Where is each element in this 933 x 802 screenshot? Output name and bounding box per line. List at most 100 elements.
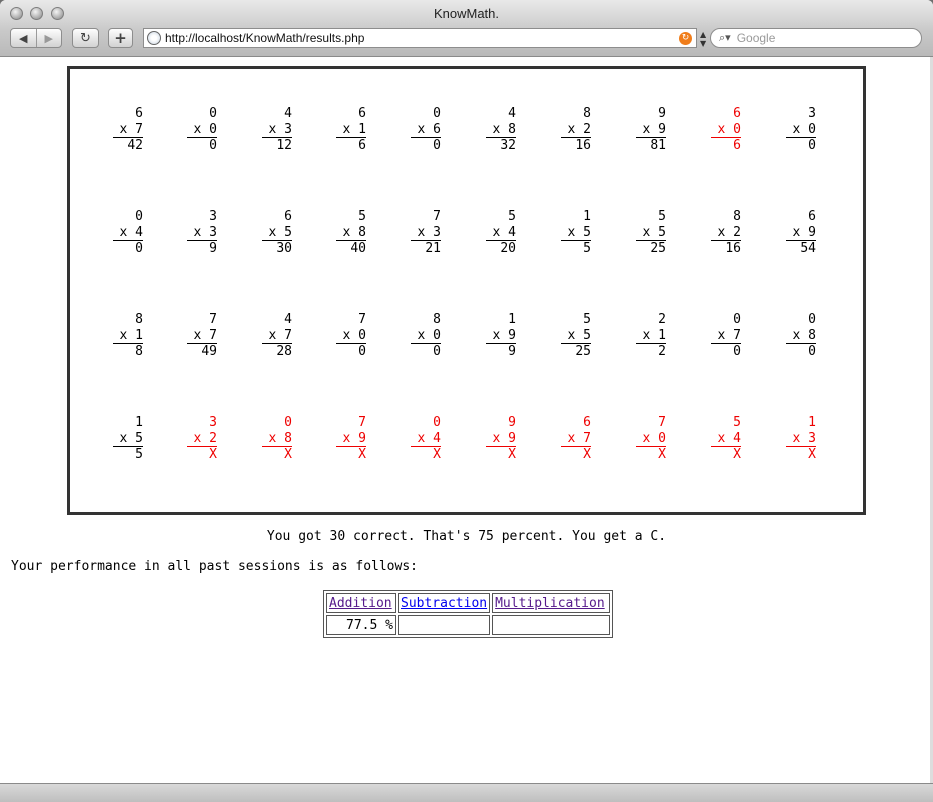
forward-arrow-icon[interactable]: ▶ [37, 32, 62, 45]
problem-multiplicand: 9 [508, 415, 516, 430]
problem-answer: 12 [276, 138, 292, 153]
problem-answer: 25 [650, 241, 666, 256]
problem-multiplier: x 3 [786, 431, 816, 447]
problem-multiplicand: 4 [284, 106, 292, 121]
globe-icon [147, 31, 161, 45]
problem-multiplicand: 2 [658, 312, 666, 327]
search-field[interactable]: ⌕▾ [710, 28, 922, 48]
problem-card: 1x 55 [113, 415, 143, 463]
history-header-addition: Addition [326, 593, 396, 613]
problem-multiplicand: 3 [209, 415, 217, 430]
problem-multiplier: x 7 [187, 328, 217, 344]
problem-answer: X [284, 447, 292, 462]
problem-card: 0x 80 [786, 312, 816, 360]
problem-card: 6x 16 [336, 106, 366, 154]
plus-icon: + [114, 29, 127, 47]
problem-card: 3x 39 [187, 209, 217, 257]
problem-multiplier: x 8 [262, 431, 292, 447]
problem-answer: 16 [725, 241, 741, 256]
problem-card: 5x 4 20 [486, 209, 516, 257]
problem-multiplicand: 5 [583, 312, 591, 327]
page-content: 6x 7 42 0 x 004x 3 12 6 x 160x 604x 8 32 8 x 2 16 9… [0, 57, 933, 783]
reload-button[interactable]: ↻ [72, 28, 99, 48]
problem-multiplier: x 9 [486, 431, 516, 447]
url-text[interactable]: http://localhost/KnowMath/results.php [165, 31, 679, 45]
problem-multiplier: x 1 [336, 122, 366, 138]
history-header-subtraction: Subtraction [398, 593, 491, 613]
problem-card: 0x 8X [262, 415, 292, 463]
problem-card: 2x 12 [636, 312, 666, 360]
multiplication-link[interactable]: Multiplication [495, 596, 605, 611]
problem-answer: X [358, 447, 366, 462]
problem-card: 7x 9X [336, 415, 366, 463]
problem-multiplier: x 9 [336, 431, 366, 447]
problem-multiplicand: 0 [433, 106, 441, 121]
problem-answer: 0 [733, 344, 741, 359]
problem-multiplier: x 5 [561, 328, 591, 344]
problem-card: 7x 0X [636, 415, 666, 463]
problem-card: 8x 2 16 [711, 209, 741, 257]
search-input[interactable] [734, 30, 909, 46]
problem-card: 8x 2 16 [561, 106, 591, 154]
problem-multiplier: x 4 [411, 431, 441, 447]
problem-card: 7x 7 49 [187, 312, 217, 360]
problem-multiplicand: 4 [508, 106, 516, 121]
subtraction-link[interactable]: Subtraction [401, 596, 487, 611]
problem-answer: 28 [276, 344, 292, 359]
problem-answer: 40 [350, 241, 366, 256]
problem-answer: X [733, 447, 741, 462]
addition-link[interactable]: Addition [329, 596, 392, 611]
address-bar[interactable]: http://localhost/KnowMath/results.php ↻ [143, 28, 697, 48]
problem-multiplicand: 6 [284, 209, 292, 224]
problem-card: 7x 3 21 [411, 209, 441, 257]
problem-answer: 0 [433, 344, 441, 359]
problem-answer: X [583, 447, 591, 462]
problem-card: 7x 00 [336, 312, 366, 360]
problem-card: 0x 70 [711, 312, 741, 360]
problem-card: 4x 7 28 [262, 312, 292, 360]
back-forward-buttons: ◀ ▶ [10, 28, 62, 48]
window-title: KnowMath. [433, 6, 500, 21]
problem-multiplier: x 5 [561, 225, 591, 241]
problem-card: 6x 7 42 [113, 106, 143, 154]
problem-card: 4x 8 32 [486, 106, 516, 154]
history-header-row: Addition Subtraction Multiplication [326, 593, 611, 613]
problem-answer: 21 [425, 241, 441, 256]
problem-card: 8x 00 [411, 312, 441, 360]
problem-multiplicand: 0 [433, 415, 441, 430]
reload-icon: ↻ [80, 30, 91, 46]
problem-answer: 9 [508, 344, 516, 359]
problem-card: 8x 18 [113, 312, 143, 360]
problem-answer: 25 [575, 344, 591, 359]
problem-multiplicand: 6 [808, 209, 816, 224]
problem-multiplier: x 9 [636, 122, 666, 138]
problem-answer: X [508, 447, 516, 462]
back-arrow-icon[interactable]: ◀ [11, 32, 36, 45]
status-bar [0, 783, 933, 802]
browser-window: KnowMath. ◀ ▶ ↻ + http://localhost/KnowM… [0, 0, 933, 802]
browser-toolbar: KnowMath. ◀ ▶ ↻ + http://localhost/KnowM… [0, 0, 933, 57]
chevron-down-icon[interactable]: ▲ ▼ [700, 30, 706, 48]
problem-card: 5x 5 25 [636, 209, 666, 257]
rss-icon[interactable]: ↻ [679, 31, 692, 45]
problem-multiplicand: 7 [209, 312, 217, 327]
multiplication-score [492, 615, 611, 635]
problem-multiplier: x 0 [786, 122, 816, 138]
problem-multiplier: x 3 [187, 225, 217, 241]
problem-answer: 0 [135, 241, 143, 256]
problem-answer: 0 [358, 344, 366, 359]
problem-answer: X [209, 447, 217, 462]
problem-multiplicand: 4 [284, 312, 292, 327]
problem-multiplicand: 1 [135, 415, 143, 430]
add-bookmark-button[interactable]: + [108, 28, 133, 48]
problem-card: 4x 3 12 [262, 106, 292, 154]
problem-multiplicand: 0 [284, 415, 292, 430]
problem-multiplier: x 2 [561, 122, 591, 138]
problem-card: 5x 5 25 [561, 312, 591, 360]
addition-score: 77.5 % [326, 615, 396, 635]
problem-card: 0x 40 [113, 209, 143, 257]
problem-multiplicand: 7 [358, 415, 366, 430]
problem-multiplier: x 2 [187, 431, 217, 447]
problem-multiplicand: 8 [733, 209, 741, 224]
problem-multiplier: x 7 [711, 328, 741, 344]
